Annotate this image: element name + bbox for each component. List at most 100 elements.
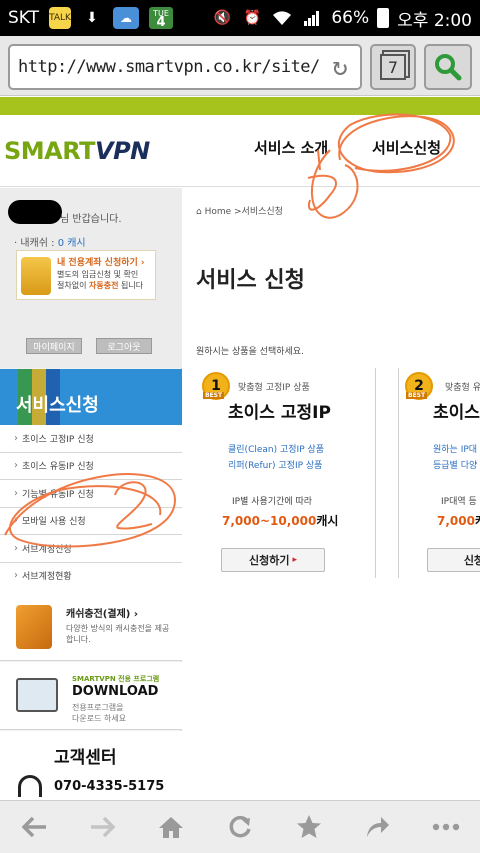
card-price-unit: 캐시 xyxy=(316,514,339,528)
tabs-button[interactable]: 7 xyxy=(370,44,416,90)
cash-label: · 내캐쉬 : xyxy=(14,238,58,249)
breadcrumb: ⌂ Home >서비스신청 xyxy=(196,204,283,217)
card-subtitle: 맞춤형 고정IP 상품 xyxy=(238,383,310,393)
instruction-text: 원하시는 상품을 선택하세요. xyxy=(196,347,304,357)
nav-service-apply[interactable]: 서비스신청 xyxy=(372,137,441,158)
nav-service-intro[interactable]: 서비스 소개 xyxy=(254,137,328,158)
section-title: 서비스신청 xyxy=(16,395,99,416)
browser-bottom-bar xyxy=(0,800,480,853)
site-header: SMARTVPN 서비스 소개 서비스신청 xyxy=(0,115,480,187)
menu-choice-static-ip[interactable]: 초이스 고정IP 신청 xyxy=(0,425,182,453)
kakaotalk-icon: TALK xyxy=(49,7,72,29)
carrier-label: SKT xyxy=(8,8,40,28)
screen: { "statusbar": { "carrier": "SKT", "talk… xyxy=(0,0,480,853)
forward-icon[interactable] xyxy=(78,805,128,849)
card-name: 초이스 xyxy=(433,403,480,423)
apply-button[interactable]: 신청하기 ▸ xyxy=(221,548,325,572)
search-icon xyxy=(435,54,462,81)
card-price: 7,000~10,000캐시 xyxy=(222,512,338,529)
card-desc-2: 리퍼(Refur) 고정IP 상품 xyxy=(228,461,323,471)
mute-icon: 🔇 xyxy=(213,10,232,26)
redacted-username xyxy=(8,200,62,224)
cloud-icon: ☁ xyxy=(113,7,140,29)
computer-icon xyxy=(16,678,58,712)
calendar-date: 4 xyxy=(156,15,166,30)
menu-choice-dynamic-ip[interactable]: 초이스 유동IP 신청 xyxy=(0,452,182,480)
promo-title: 내 전용계좌 신청하기 › xyxy=(57,258,145,268)
product-card-dynamic-ip: 2 BEST 맞춤형 유 초이스 원하는 IP대 등급별 다양 IP대역 등 7… xyxy=(398,368,480,578)
promo-text-line1: 별도의 입금신청 및 확인 xyxy=(57,270,139,279)
download-text-line1: 전용프로그램을 xyxy=(72,703,124,712)
promo-highlight: 자동충전 xyxy=(88,281,119,290)
greeting-text: 님 반갑습니다. xyxy=(60,214,122,225)
arrow-right-icon: ▸ xyxy=(292,555,297,565)
best-label: BEST xyxy=(406,392,428,399)
breadcrumb-text[interactable]: Home >서비스신청 xyxy=(205,207,283,217)
apply-button-label: 신청하 xyxy=(463,554,480,567)
card-desc-1: 클린(Clean) 고정IP 상품 xyxy=(228,445,325,455)
card-price: 7,000캐 xyxy=(437,512,480,529)
apply-button[interactable]: 신청하 xyxy=(427,548,480,572)
calendar-icon: TUE 4 xyxy=(149,7,174,30)
account-promo-banner[interactable]: 내 전용계좌 신청하기 › 별도의 입금신청 및 확인 절차없이 자동충전 됩니… xyxy=(16,250,156,300)
download-brand: SMARTVPN 전용 프로그램 xyxy=(72,675,160,683)
wifi-icon xyxy=(271,7,293,29)
card-price-unit: 캐 xyxy=(475,514,480,528)
download-box[interactable]: SMARTVPN 전용 프로그램 DOWNLOAD 전용프로그램을다운로드 하세… xyxy=(0,662,182,730)
download-title: DOWNLOAD xyxy=(72,684,159,699)
coins-icon xyxy=(21,257,51,295)
menu-feature-dynamic-ip[interactable]: 기능별 유동IP 신청 xyxy=(0,480,182,508)
menu-sub-account-apply[interactable]: 서브계정신청 xyxy=(0,535,182,563)
wallet-icon xyxy=(16,605,52,649)
logout-button[interactable]: 로그아웃 xyxy=(96,338,152,354)
battery-percent: 66% xyxy=(331,8,370,28)
charge-title: 캐쉬충전(결제) › xyxy=(66,609,138,620)
menu-sub-account-status[interactable]: 서브계정현황 xyxy=(0,562,182,590)
cash-info: · 내캐쉬 : 0 캐시 xyxy=(14,234,86,249)
download-text: 전용프로그램을다운로드 하세요 xyxy=(72,702,126,724)
promo-text-line2: 절차없이 xyxy=(57,281,89,290)
url-text[interactable]: http://www.smartvpn.co.kr/site/... xyxy=(18,57,320,77)
home-icon: ⌂ xyxy=(196,207,205,217)
bookmark-star-icon[interactable] xyxy=(284,805,334,849)
card-price-note: IP별 사용기간에 따라 xyxy=(232,497,313,507)
mypage-button[interactable]: 마이페이지 xyxy=(26,338,82,354)
back-icon[interactable] xyxy=(9,805,59,849)
best-label: BEST xyxy=(203,392,225,399)
card-subtitle: 맞춤형 유 xyxy=(445,383,480,393)
card-price-note: IP대역 등 xyxy=(441,497,477,507)
promo-text-line3: 됩니다 xyxy=(118,281,144,290)
card-desc-2: 등급별 다양 xyxy=(433,461,478,471)
reload-icon[interactable]: ↻ xyxy=(320,47,360,87)
apply-button-label: 신청하기 xyxy=(248,554,290,567)
site-logo[interactable]: SMARTVPN xyxy=(4,137,150,165)
card-price-number: 7,000~10,000 xyxy=(222,514,317,528)
logo-vpn: VPN xyxy=(95,137,150,165)
service-menu: 초이스 고정IP 신청 초이스 유동IP 신청 기능별 유동IP 신청 모바일 … xyxy=(0,425,182,590)
customer-center-box: 고객센터 070-4335-5175 xyxy=(0,731,182,801)
refresh-icon[interactable] xyxy=(215,805,265,849)
more-menu-icon[interactable] xyxy=(421,805,471,849)
home-icon[interactable] xyxy=(146,805,196,849)
cash-charge-box[interactable]: 캐쉬충전(결제) › 다양한 방식의 캐시충전을 제공합니다. xyxy=(0,589,182,661)
product-card-static-ip: 1 BEST 맞춤형 고정IP 상품 초이스 고정IP 클린(Clean) 고정… xyxy=(196,368,376,578)
download-text-line2: 다운로드 하세요 xyxy=(72,714,127,723)
download-icon: ⬇ xyxy=(86,10,98,26)
service-section-header: 서비스신청 xyxy=(0,369,182,425)
clock: 오후 2:00 xyxy=(397,10,472,31)
sidebar: 님 반갑습니다. · 내캐쉬 : 0 캐시 내 전용계좌 신청하기 › 별도의 … xyxy=(0,188,182,801)
share-icon[interactable] xyxy=(352,805,402,849)
menu-mobile-apply[interactable]: 모바일 사용 신청 xyxy=(0,507,182,535)
card-name: 초이스 고정IP xyxy=(228,403,331,423)
top-accent-strip xyxy=(0,97,480,115)
cash-value: 0 캐시 xyxy=(57,238,86,249)
logo-smart: SMART xyxy=(4,137,96,165)
promo-text: 별도의 입금신청 및 확인 절차없이 자동충전 됩니다 xyxy=(57,269,155,291)
battery-icon xyxy=(377,8,390,28)
card-price-number: 7,000 xyxy=(437,514,475,528)
user-box: 님 반갑습니다. · 내캐쉬 : 0 캐시 내 전용계좌 신청하기 › 별도의 … xyxy=(0,188,182,368)
cs-phone[interactable]: 070-4335-5175 xyxy=(54,779,164,794)
search-button[interactable] xyxy=(424,44,472,90)
address-bar[interactable]: http://www.smartvpn.co.kr/site/... ↻ xyxy=(8,44,362,90)
charge-text: 다양한 방식의 캐시충전을 제공합니다. xyxy=(66,624,170,644)
